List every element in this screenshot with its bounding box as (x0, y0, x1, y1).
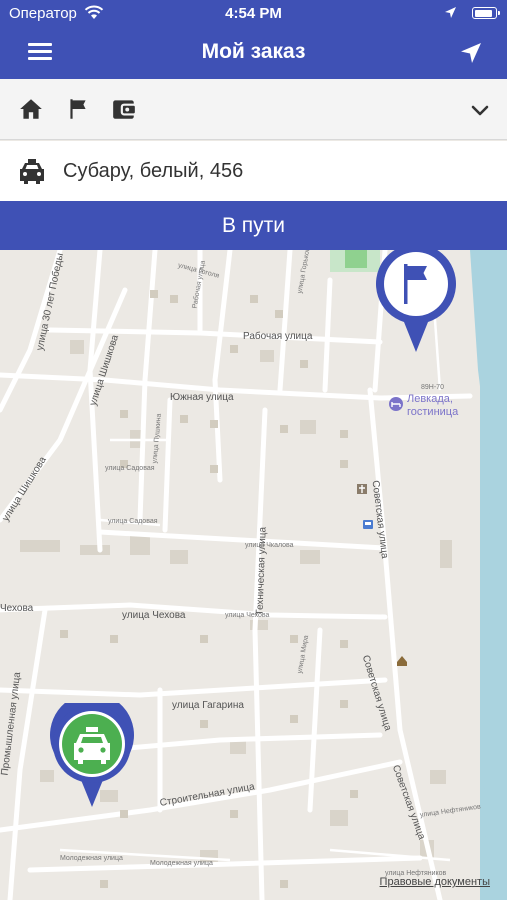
street-label: Рабочая улица (243, 331, 313, 342)
street-label: Молодежная улица (60, 855, 123, 862)
app-header: Мой заказ (0, 28, 507, 79)
status-bar: Оператор 4:54 PM (0, 0, 507, 28)
wallet-icon[interactable] (111, 96, 137, 122)
street-label: Чехова (0, 603, 34, 614)
navigation-arrow-icon[interactable] (459, 41, 483, 65)
page-title: Мой заказ (201, 40, 306, 63)
flag-icon[interactable] (65, 96, 91, 122)
taxi-car-icon (20, 159, 44, 184)
hotel-icon (389, 397, 403, 411)
street-label: Молодежная улица (150, 860, 213, 867)
route-toolbar (0, 79, 507, 140)
order-status-banner: В пути (0, 201, 507, 250)
street-label: Южная улица (170, 392, 234, 403)
legal-documents-link[interactable]: Правовые документы (380, 876, 490, 888)
bus-stop-icon (363, 520, 373, 529)
battery-icon (472, 7, 500, 19)
location-services-icon (445, 7, 456, 18)
hotel-poi-label[interactable]: Левкада, гостиница (407, 393, 458, 419)
car-description: Субару, белый, 456 (63, 160, 244, 182)
map-view[interactable]: улица 30 лет Победы улица Шишкова улица … (0, 250, 507, 900)
road-number-label: 89Н-70 (421, 384, 444, 391)
taxi-marker[interactable] (47, 703, 137, 808)
street-label: улица Чехова (122, 610, 186, 621)
street-label: улица Садовая (108, 518, 158, 525)
clock: 4:54 PM (225, 5, 282, 22)
street-label: улица Чкалова (245, 542, 294, 549)
church-icon (357, 484, 367, 494)
street-label: улица Чехова (225, 612, 270, 619)
chevron-down-icon[interactable] (469, 99, 491, 121)
destination-marker[interactable] (371, 250, 461, 354)
street-label: улица Садовая (105, 465, 155, 472)
car-info-row: Субару, белый, 456 (0, 141, 507, 201)
street-label: улица Гагарина (172, 700, 244, 711)
home-icon[interactable] (18, 96, 44, 122)
